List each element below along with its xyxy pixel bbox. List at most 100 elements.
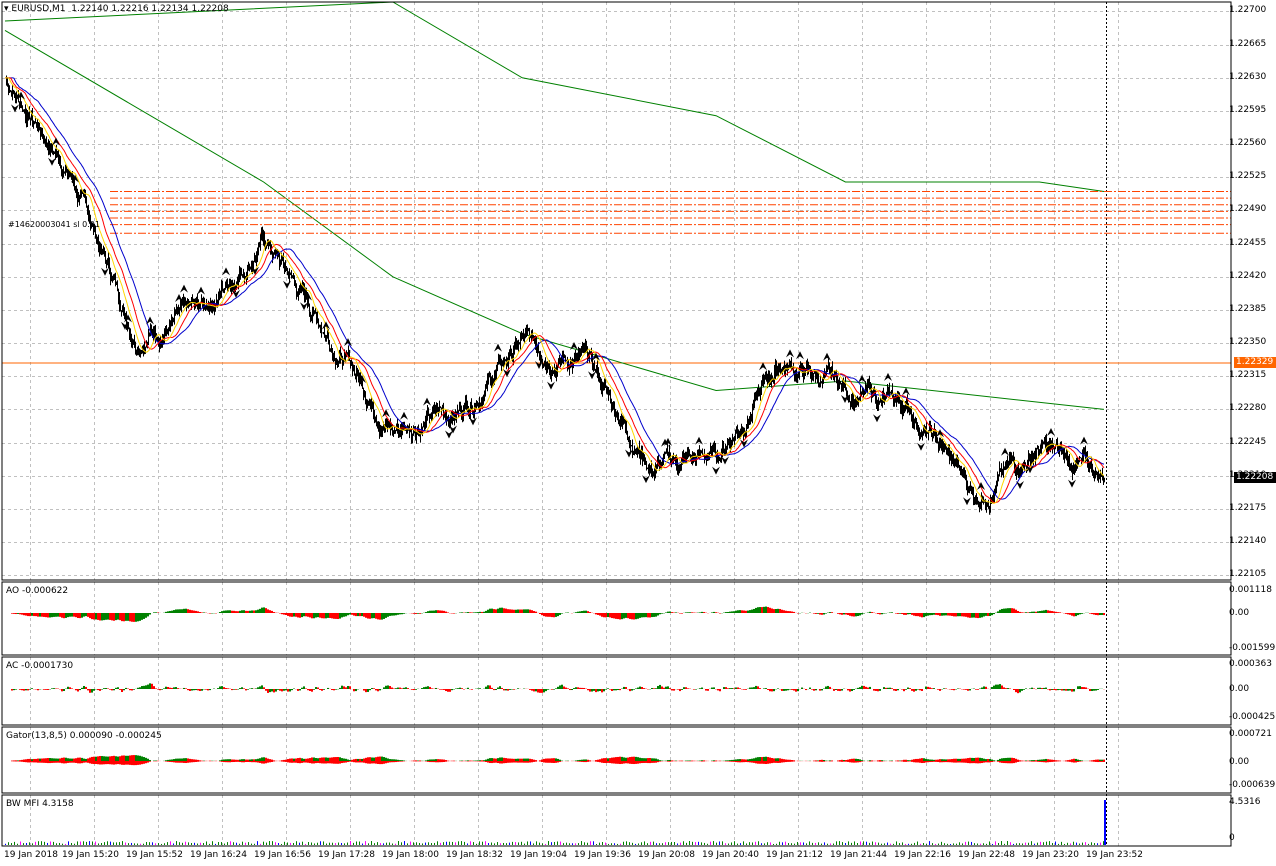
mfi-bar [677,843,678,845]
gator-histogram-bar [21,759,23,761]
ac-histogram-bar [21,689,23,691]
ac-histogram-bar [143,685,145,689]
gator-histogram-bar [609,761,611,764]
ac-histogram-bar [591,689,593,692]
mfi-bar [11,843,12,845]
chart-header[interactable]: ▾ EURUSD,M1 1.22140 1.22216 1.22134 1.22… [4,4,229,14]
gator-histogram-bar [393,761,395,763]
ao-histogram-bar [493,609,495,613]
ac-histogram-bar [401,688,403,689]
ac-histogram-bar [583,687,585,689]
gator-histogram-bar [877,760,879,761]
ac-histogram-bar [431,688,433,689]
ao-histogram-bar [597,613,599,615]
mfi-bar [578,843,579,845]
gator-histogram-bar [477,760,479,761]
gator-histogram-bar [343,761,345,763]
ao-histogram-bar [641,613,643,618]
time-tick-label: 19 Jan 19:04 [510,850,567,860]
ac-histogram-bar [1083,687,1085,689]
mfi-bar [632,842,633,845]
ao-histogram-bar [605,613,607,618]
gator-histogram-bar [959,758,961,761]
ac-histogram-bar [639,686,641,689]
ac-histogram-bar [859,687,861,689]
ao-histogram-bar [1091,613,1093,615]
ac-histogram-bar [251,688,253,689]
ao-histogram-bar [25,613,27,616]
gator-histogram-bar [299,757,301,761]
ao-histogram-bar [821,613,823,615]
ac-histogram-bar [727,688,729,689]
ac-histogram-bar [723,687,725,689]
ao-histogram-bar [955,613,957,617]
price-tick-label: 1.22315 [1229,370,1267,381]
ac-histogram-bar [1059,689,1061,690]
ac-histogram-bar [641,686,643,689]
mfi-bar [509,842,510,845]
gator-histogram-bar [113,755,115,761]
gator-histogram-bar [109,756,111,761]
ao-histogram-bar [75,613,77,618]
time-tick-label: 19 Jan 18:32 [446,850,503,860]
mfi-bar [224,843,225,845]
mfi-bar [1001,841,1002,845]
gator-histogram-bar [819,761,821,762]
gator-histogram-bar [951,761,953,763]
gator-histogram-bar [21,761,23,762]
gator-histogram-bar [175,758,177,761]
ac-histogram-bar [451,689,453,691]
gator-histogram-bar [103,756,105,761]
gator-histogram-bar [747,761,749,763]
gator-histogram-bar [361,761,363,763]
ac-histogram-bar [763,688,765,689]
gator-histogram-bar [947,759,949,761]
gator-histogram-bar [513,758,515,761]
gator-histogram-bar [527,761,529,763]
gator-histogram-bar [89,761,91,764]
ac-histogram-bar [1021,689,1023,691]
mfi-bar [917,841,918,845]
ao-histogram-bar [1081,613,1083,614]
ao-histogram-bar [123,613,125,622]
fractal-up-arrow [197,286,205,295]
ac-histogram-bar [171,687,173,689]
mfi-bar [1022,843,1023,845]
gator-histogram-bar [267,758,269,761]
ac-histogram-bar [407,688,409,689]
ao-histogram-bar [613,613,615,619]
mfi-bar [587,842,588,845]
gator-histogram-bar [903,759,905,761]
mfi-bar [38,841,39,845]
gator-histogram-bar [325,761,327,764]
ac-histogram-bar [365,689,367,693]
mfi-bar [359,841,360,845]
gator-histogram-bar [1019,761,1021,762]
ao-histogram-bar [681,613,683,614]
gator-histogram-bar [879,761,881,762]
gator-histogram-bar [251,761,253,763]
time-tick-label: 19 Jan 20:08 [638,850,695,860]
mfi-bar [1046,841,1047,845]
mfi-bar [1094,843,1095,845]
ao-histogram-bar [59,613,61,617]
gator-histogram-bar [935,759,937,761]
gator-histogram-bar [437,761,439,763]
mfi-bar [116,842,117,845]
gator-histogram-bar [79,761,81,764]
ao-histogram-bar [295,613,297,617]
ac-histogram-bar [531,689,533,691]
ao-histogram-bar [435,610,437,613]
mfi-bar [785,841,786,845]
gator-histogram-bar [531,761,533,763]
ac-histogram-bar [395,688,397,689]
ac-histogram-bar [543,689,545,693]
dropdown-triangle-icon[interactable]: ▾ [4,4,9,14]
mfi-bar [197,843,198,845]
ac-histogram-bar [241,687,243,689]
gator-histogram-bar [915,761,917,763]
ac-histogram-bar [479,688,481,689]
ao-histogram-bar [1047,610,1049,613]
ao-histogram-bar [115,613,117,621]
ao-histogram-bar [361,613,363,617]
